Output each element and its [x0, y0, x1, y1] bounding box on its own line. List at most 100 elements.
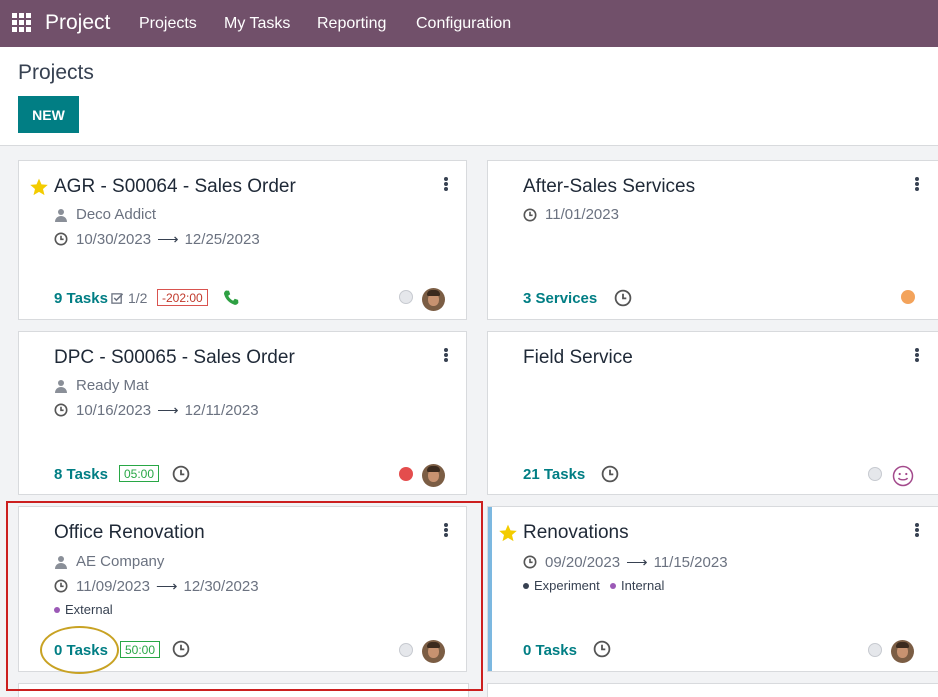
tag-color-dot: [523, 582, 529, 589]
tasks-count: 9: [54, 290, 63, 307]
avatar[interactable]: [422, 640, 445, 663]
project-card-field-service[interactable]: Field Service 21 Tasks: [487, 331, 938, 495]
date-start: 11/01/2023: [545, 206, 619, 223]
status-indicator[interactable]: [399, 467, 413, 481]
activity-clock-icon[interactable]: [593, 640, 611, 658]
date-end: 12/30/2023: [183, 577, 259, 595]
customer-name: AE Company: [76, 553, 165, 570]
status-indicator[interactable]: [399, 643, 413, 657]
tag-color-dot: [54, 606, 60, 613]
customer-line: AE Company: [54, 553, 164, 570]
page-title: Projects: [18, 61, 94, 84]
card-menu-kebab-icon[interactable]: [444, 523, 448, 537]
date-start: 09/20/2023: [545, 553, 621, 571]
milestones-count[interactable]: 1/2: [111, 290, 147, 306]
tag-internal: Internal: [610, 578, 664, 593]
tasks-label: Tasks: [66, 466, 108, 483]
tasks-link[interactable]: 8 Tasks: [54, 466, 108, 483]
project-card-dpc-s00065[interactable]: DPC - S00065 - Sales Order Ready Mat 10/…: [18, 331, 467, 495]
tag-external: External: [54, 602, 113, 617]
activity-clock-icon[interactable]: [172, 640, 190, 658]
project-card-office-renovation[interactable]: Office Renovation AE Company 11/09/2023 …: [18, 506, 467, 672]
phone-icon[interactable]: [222, 289, 240, 307]
project-card-partial[interactable]: [487, 683, 938, 697]
apps-menu-icon[interactable]: [12, 13, 31, 32]
services-link[interactable]: 3 Services: [523, 290, 597, 307]
tasks-count: 8: [54, 466, 63, 483]
activity-clock-icon[interactable]: [601, 465, 619, 483]
clock-icon: [54, 403, 68, 417]
user-icon: [54, 555, 68, 569]
tasks-count: 0: [54, 642, 63, 659]
menu-reporting[interactable]: Reporting: [317, 15, 386, 33]
favorite-star-icon[interactable]: [498, 523, 518, 543]
date-line: 11/01/2023: [523, 206, 619, 223]
project-title: Field Service: [523, 347, 633, 368]
date-range-line: 10/16/2023 ⟶ 12/11/2023: [54, 401, 259, 419]
date-start: 10/30/2023: [76, 230, 152, 248]
status-indicator[interactable]: [868, 643, 882, 657]
allocated-hours-badge: 05:00: [119, 465, 160, 482]
card-menu-kebab-icon[interactable]: [915, 523, 919, 537]
card-menu-kebab-icon[interactable]: [444, 177, 448, 191]
menu-my-tasks[interactable]: My Tasks: [224, 15, 290, 33]
date-start: 11/09/2023: [76, 577, 150, 595]
activity-clock-icon[interactable]: [172, 465, 190, 483]
tasks-label: Tasks: [535, 642, 577, 659]
new-button[interactable]: NEW: [18, 96, 79, 133]
tasks-link[interactable]: 0 Tasks: [523, 642, 577, 659]
clock-icon: [523, 555, 537, 569]
card-menu-kebab-icon[interactable]: [915, 348, 919, 362]
menu-configuration[interactable]: Configuration: [416, 15, 511, 33]
card-menu-kebab-icon[interactable]: [444, 348, 448, 362]
tasks-link[interactable]: 0 Tasks: [54, 642, 108, 659]
tag-color-dot: [610, 582, 616, 589]
smiley-icon[interactable]: [892, 465, 914, 487]
activity-clock-icon[interactable]: [614, 289, 632, 307]
avatar[interactable]: [422, 288, 445, 311]
project-title: After-Sales Services: [523, 176, 696, 197]
arrow-right-icon: ⟶: [626, 554, 648, 571]
status-indicator[interactable]: [901, 290, 915, 304]
tasks-label: Tasks: [66, 642, 108, 659]
control-panel: Projects NEW: [0, 47, 938, 146]
project-title: Office Renovation: [54, 522, 205, 543]
status-indicator[interactable]: [868, 467, 882, 481]
date-end: 11/15/2023: [653, 553, 728, 571]
project-title: AGR - S00064 - Sales Order: [54, 176, 296, 197]
clock-icon: [523, 208, 537, 222]
menu-projects[interactable]: Projects: [139, 15, 197, 33]
tasks-label: Tasks: [66, 290, 108, 307]
clock-icon: [54, 232, 68, 246]
customer-line: Deco Addict: [54, 206, 156, 223]
tag-label: External: [65, 602, 113, 617]
card-menu-kebab-icon[interactable]: [915, 177, 919, 191]
tasks-label: Tasks: [543, 466, 586, 483]
tasks-count: 0: [523, 642, 532, 659]
customer-line: Ready Mat: [54, 377, 149, 394]
avatar[interactable]: [422, 464, 445, 487]
avatar[interactable]: [891, 640, 914, 663]
user-icon: [54, 208, 68, 222]
app-brand[interactable]: Project: [45, 11, 110, 35]
project-card-after-sales-services[interactable]: After-Sales Services 11/01/2023 3 Servic…: [487, 160, 938, 320]
tasks-count: 21: [523, 466, 540, 483]
favorite-star-icon[interactable]: [29, 177, 49, 197]
tag-experiment: Experiment: [523, 578, 600, 593]
date-range-line: 09/20/2023 ⟶ 11/15/2023: [523, 553, 728, 571]
tasks-link[interactable]: 9 Tasks: [54, 290, 108, 307]
allocated-hours-badge: -202:00: [157, 289, 208, 306]
project-card-agr-s00064[interactable]: AGR - S00064 - Sales Order Deco Addict 1…: [18, 160, 467, 320]
date-range-line: 11/09/2023 ⟶ 12/30/2023: [54, 577, 259, 595]
checkbox-icon: [111, 292, 124, 305]
customer-name: Deco Addict: [76, 206, 157, 223]
tasks-link[interactable]: 21 Tasks: [523, 466, 585, 483]
arrow-right-icon: ⟶: [157, 231, 179, 248]
date-end: 12/25/2023: [184, 230, 260, 248]
project-card-partial[interactable]: [18, 683, 469, 697]
services-label: Services: [535, 290, 598, 307]
allocated-hours-badge: 50:00: [120, 641, 161, 658]
project-card-renovations[interactable]: Renovations 09/20/2023 ⟶ 11/15/2023 Expe…: [487, 506, 938, 672]
project-title: Renovations: [523, 522, 629, 543]
status-indicator[interactable]: [399, 290, 413, 304]
